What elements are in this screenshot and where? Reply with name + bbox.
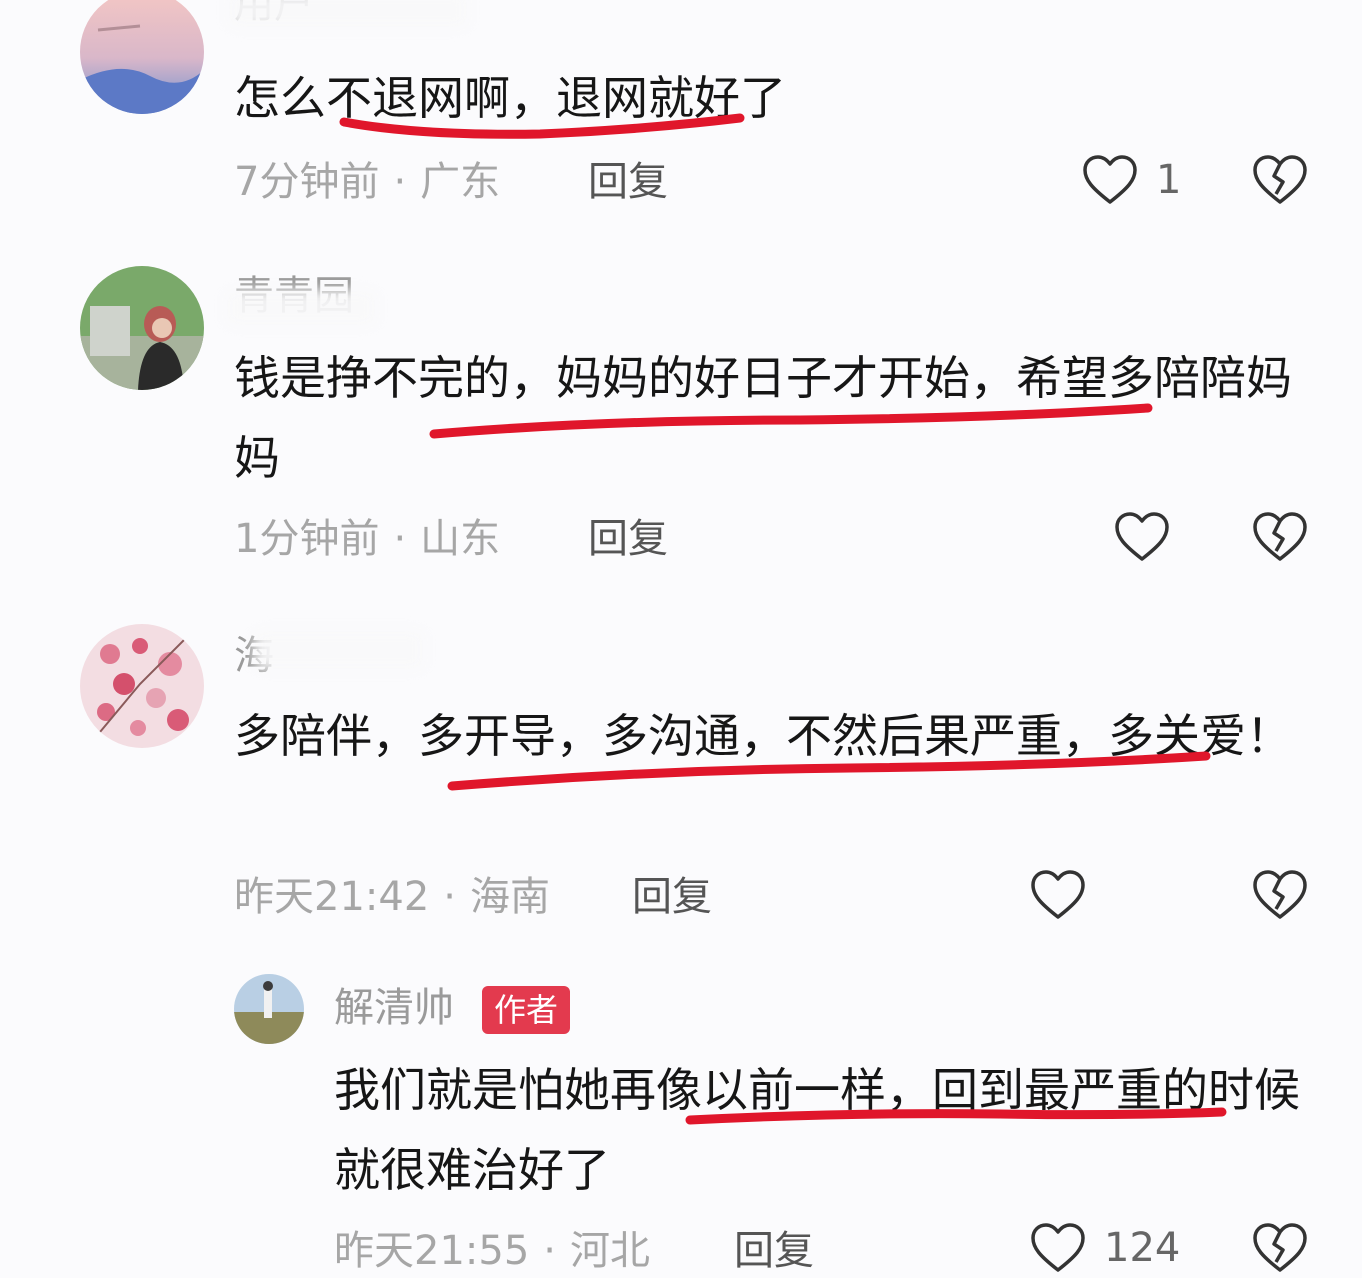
comment-location: 河北 bbox=[570, 1228, 650, 1274]
reply-button[interactable]: 回复 bbox=[632, 872, 712, 922]
username-blur bbox=[228, 0, 468, 28]
meta-separator: · bbox=[543, 1228, 556, 1274]
broken-heart-icon bbox=[1253, 155, 1307, 204]
reply-button[interactable]: 回复 bbox=[734, 1226, 814, 1276]
avatar[interactable] bbox=[80, 0, 204, 114]
comment-meta: 昨天21:42 · 海南 bbox=[234, 872, 550, 922]
like-button[interactable] bbox=[1114, 511, 1188, 563]
reply-button[interactable]: 回复 bbox=[588, 514, 668, 564]
avatar-image bbox=[80, 0, 204, 114]
comment-text: 怎么不退网啊，退网就好了 bbox=[234, 71, 786, 125]
broken-heart-icon bbox=[1253, 512, 1307, 561]
reply-text: 我们就是怕她再像以前一样，回到最严重的时候就很难治好了 bbox=[334, 1063, 1300, 1197]
username-blur bbox=[254, 630, 424, 670]
comment-text: 钱是挣不完的，妈妈的好日子才开始，希望多陪陪妈妈 bbox=[234, 351, 1292, 485]
comment-time: 昨天21:42 bbox=[234, 874, 430, 920]
heart-outline-icon bbox=[1031, 1223, 1085, 1272]
like-button[interactable]: 1 bbox=[1082, 154, 1181, 206]
author-username[interactable]: 解清帅 bbox=[334, 986, 454, 1030]
reply-button[interactable]: 回复 bbox=[588, 157, 668, 207]
dislike-button[interactable] bbox=[1252, 511, 1308, 567]
comment-location: 海南 bbox=[470, 874, 550, 920]
avatar-image bbox=[80, 266, 204, 390]
comment-text: 多陪伴，多开导，多沟通，不然后果严重，多关爱！ bbox=[234, 709, 1292, 763]
avatar-image bbox=[80, 624, 204, 748]
broken-heart-icon bbox=[1253, 1223, 1307, 1272]
dislike-button[interactable] bbox=[1252, 869, 1308, 925]
meta-separator: · bbox=[443, 874, 456, 920]
avatar-image bbox=[234, 974, 304, 1044]
author-badge: 作者 bbox=[482, 986, 571, 1034]
author-avatar[interactable] bbox=[234, 974, 304, 1044]
like-count: 1 bbox=[1156, 157, 1182, 203]
comment-meta: 1分钟前 · 山东 bbox=[234, 514, 500, 564]
comment-time: 7分钟前 bbox=[234, 159, 380, 205]
heart-outline-icon bbox=[1083, 155, 1137, 204]
comment-time: 1分钟前 bbox=[234, 516, 380, 562]
username-blur bbox=[226, 290, 376, 326]
comment-meta: 7分钟前 · 广东 bbox=[234, 157, 500, 207]
meta-separator: · bbox=[393, 159, 407, 205]
comment-meta: 昨天21:55 · 河北 bbox=[334, 1226, 650, 1276]
like-button[interactable] bbox=[1030, 869, 1104, 921]
meta-separator: · bbox=[393, 516, 407, 562]
comment-location: 广东 bbox=[420, 159, 501, 205]
like-count: 124 bbox=[1104, 1225, 1181, 1271]
heart-outline-icon bbox=[1031, 870, 1085, 919]
dislike-button[interactable] bbox=[1252, 1222, 1308, 1278]
broken-heart-icon bbox=[1253, 870, 1307, 919]
avatar[interactable] bbox=[80, 624, 204, 748]
dislike-button[interactable] bbox=[1252, 154, 1308, 210]
comment-time: 昨天21:55 bbox=[334, 1228, 530, 1274]
heart-outline-icon bbox=[1115, 512, 1169, 561]
like-button[interactable]: 124 bbox=[1030, 1222, 1180, 1274]
avatar[interactable] bbox=[80, 266, 204, 390]
comment-location: 山东 bbox=[420, 516, 501, 562]
